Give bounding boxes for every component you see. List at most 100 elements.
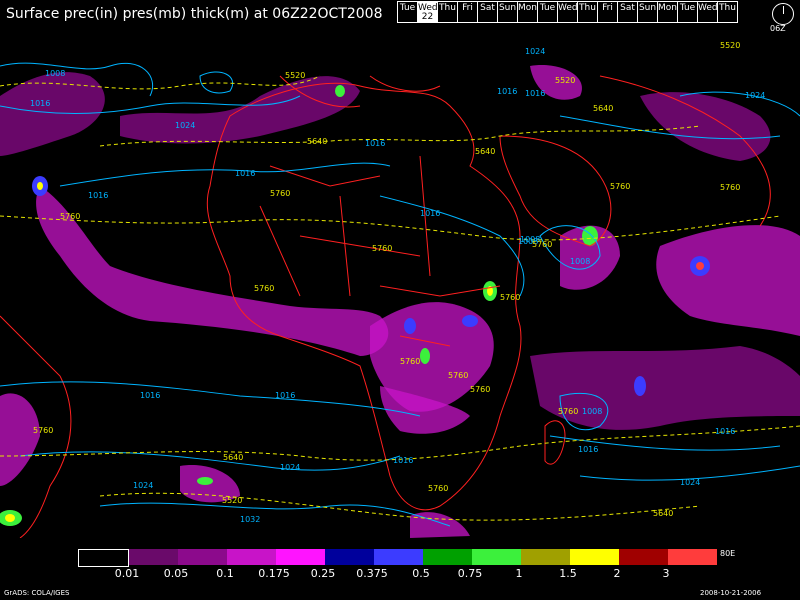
colorbar-swatch [276,549,325,565]
thickness-label: 5760 [372,244,392,253]
thickness-label: 5640 [593,104,613,113]
isobar-label: 1024 [133,481,153,490]
precip-cell [197,477,213,485]
day-cell: Sun [637,1,658,23]
day-label: Fri [602,3,613,13]
thickness-label: 5520 [285,71,305,80]
day-cell: Thu [717,1,738,23]
colorbar-tick-label: 1.5 [559,567,577,580]
precip-cell [404,318,416,334]
day-cell: Sat [477,1,498,23]
day-cell: Mon [517,1,538,23]
colorbar-swatch [78,549,129,567]
isobar-label: 1016 [497,87,517,96]
colorbar-tick-label: 0.25 [310,567,336,580]
day-label: Wed [558,3,578,13]
colorbar-swatch [668,549,717,565]
thickness-label: 5760 [470,385,490,394]
thickness-label: 5760 [400,357,420,366]
thickness-label: 5640 [653,509,673,518]
day-cell: Wed [697,1,718,23]
colorbar-swatch [619,549,668,565]
isobar-label: 1016 [140,391,160,400]
clock-label: 06Z [770,24,786,33]
colorbar-tick-label: 0.05 [163,567,189,580]
colorbar-tick-label: 0.01 [114,567,140,580]
colorbar-swatch [178,549,227,565]
thickness-label: 5520 [555,76,575,85]
clock-hand [783,6,784,14]
isobar-label: 1024 [175,121,195,130]
isobar-label: 1008 [570,257,590,266]
isobar-label: 1008 [45,69,65,78]
precip-cell [420,348,430,364]
credit-text: GrADS: COLA/IGES [4,589,70,597]
isobar-label: 1016 [275,391,295,400]
precip-cell [634,376,646,396]
thickness-label: 5640 [307,137,327,146]
thickness-label: 5760 [33,426,53,435]
clock-icon [772,3,794,25]
day-label: Tue [539,3,556,13]
day-cell: Tue [537,1,558,23]
day-cell: Sun [497,1,518,23]
day-cell: Wed [557,1,578,23]
day-label: Sat [480,3,495,13]
precip-colorbar [78,549,717,567]
colorbar-tick-label: 0.1 [216,567,234,580]
timestamp-text: 2008-10-21-2006 [700,589,762,597]
thickness-label: 5760 [500,293,520,302]
isobar-label: 1016 [365,139,385,148]
colorbar-edge-label: 80E [720,549,736,558]
thickness-label: 5520 [222,496,242,505]
day-label: Fri [462,3,473,13]
thickness-label: 5640 [475,147,495,156]
colorbar-tick-label: 0.175 [258,567,290,580]
colorbar-swatch [521,549,570,565]
thickness-label: 5760 [610,182,630,191]
day-cell: Thu [577,1,598,23]
day-label: Sun [498,3,517,13]
isobar-label: 1016 [235,169,255,178]
thickness-label: 5760 [558,407,578,416]
isobar-label: 1016 [420,209,440,218]
precip-cell [462,315,478,327]
day-cell: Fri [597,1,618,23]
thickness-label: 5760 [60,212,80,221]
colorbar-tick-label: 0.375 [356,567,388,580]
thickness-label: 5760 [532,240,552,249]
colorbar-tick-label: 1 [515,567,523,580]
isobar-label: 1008 [582,407,602,416]
day-label: Wed [698,3,718,13]
precip-cell [5,514,15,522]
day-cell: Wed 22 [417,1,438,23]
day-label: Tue [399,3,416,13]
isobar-label: 1016 [525,89,545,98]
colorbar-swatch [423,549,472,565]
colorbar-swatch [570,549,619,565]
isobar-label: 1032 [240,515,260,524]
thickness-label: 5520 [720,41,740,50]
day-cell: Tue [677,1,698,23]
isobar-label: 1016 [715,427,735,436]
day-cell: Thu [437,1,458,23]
thickness-label: 5640 [223,453,243,462]
day-number: 22 [421,12,434,22]
thickness-label: 5760 [448,371,468,380]
day-label: Mon [518,3,537,13]
day-label: Tue [679,3,696,13]
colorbar-swatch [227,549,276,565]
colorbar-tick-label: 2 [613,567,621,580]
day-cell: Tue [397,1,418,23]
isobar-label: 1024 [280,463,300,472]
thickness-label: 5760 [720,183,740,192]
isobar-label: 1024 [745,91,765,100]
day-cell: Mon [657,1,678,23]
isobar-label: 1016 [88,191,108,200]
weather-map: 1008 1016 1024 1016 1016 1016 1024 1016 … [0,36,800,538]
isobar-label: 1016 [578,445,598,454]
isobar-label: 1024 [680,478,700,487]
colorbar-tick-label: 0.75 [457,567,483,580]
isobar-label: 1024 [525,47,545,56]
thickness-label: 5760 [428,484,448,493]
